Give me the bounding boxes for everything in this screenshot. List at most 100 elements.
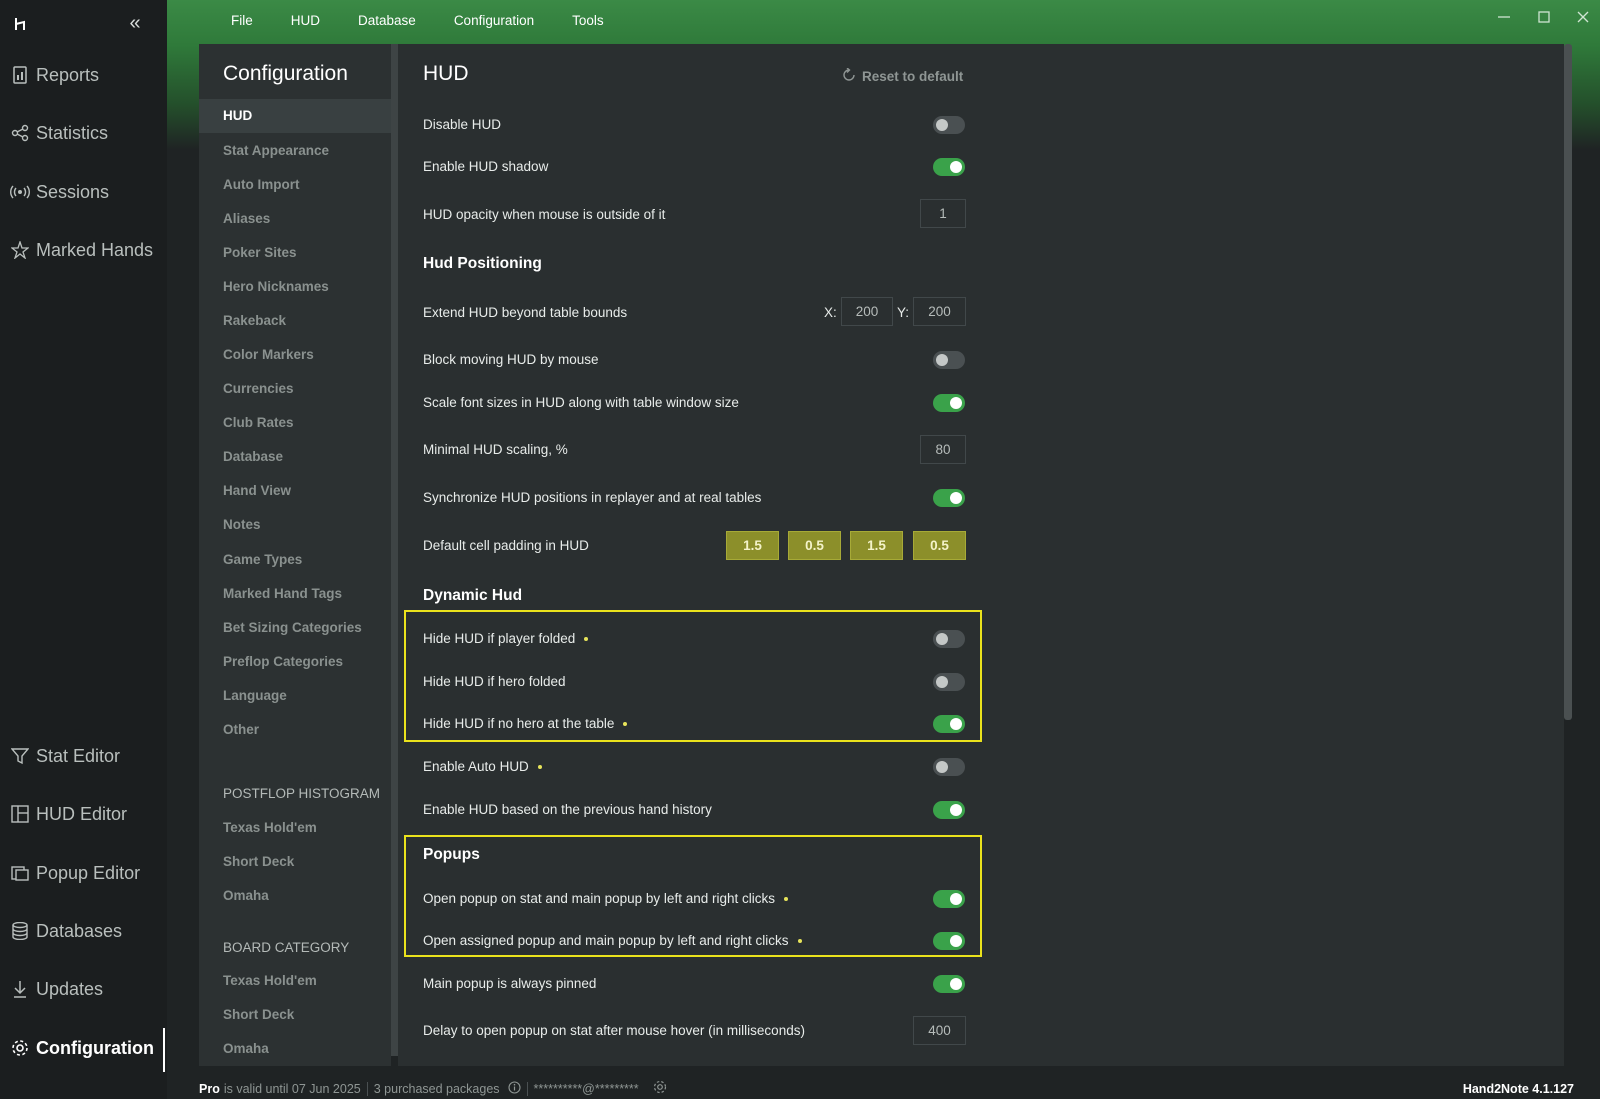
x-label: X:: [824, 305, 837, 320]
nav-item-marked-hand-tags[interactable]: Marked Hand Tags: [199, 577, 391, 611]
nav-item-auto-import[interactable]: Auto Import: [199, 168, 391, 202]
marked-hands-icon: [10, 240, 30, 260]
database-icon: [10, 921, 30, 941]
rail-item-marked-hands[interactable]: Marked Hands: [0, 230, 167, 270]
validity-text: is valid until 07 Jun 2025: [223, 1081, 361, 1096]
menu-configuration[interactable]: Configuration: [435, 0, 553, 42]
hud-positioning-header: Hud Positioning: [423, 255, 542, 272]
min-scaling-label: Minimal HUD scaling, %: [423, 442, 568, 457]
account-email: **********@*********: [533, 1081, 639, 1096]
nav-item-board-short-deck[interactable]: Short Deck: [199, 998, 391, 1032]
hide-hero-folded-toggle[interactable]: [933, 673, 965, 691]
settings-gear-icon[interactable]: [653, 1080, 667, 1097]
minimize-icon[interactable]: [1492, 8, 1516, 32]
hide-no-hero-label: Hide HUD if no hero at the table: [423, 716, 628, 731]
sync-positions-toggle[interactable]: [933, 489, 965, 507]
nav-item-board-omaha[interactable]: Omaha: [199, 1032, 391, 1066]
scale-font-toggle[interactable]: [933, 394, 965, 412]
nav-item-rakeback[interactable]: Rakeback: [199, 304, 391, 338]
enable-shadow-toggle[interactable]: [933, 158, 965, 176]
nav-item-poker-sites[interactable]: Poker Sites: [199, 236, 391, 270]
menu-database[interactable]: Database: [339, 0, 435, 42]
menu-tools[interactable]: Tools: [553, 0, 623, 42]
reports-icon: [10, 65, 30, 85]
padding-left-button[interactable]: 1.5: [726, 531, 779, 560]
nav-item-bet-sizing-categories[interactable]: Bet Sizing Categories: [199, 611, 391, 645]
nav-item-aliases[interactable]: Aliases: [199, 202, 391, 236]
nav-item-stat-appearance[interactable]: Stat Appearance: [199, 134, 391, 168]
rail-item-updates[interactable]: Updates: [0, 969, 167, 1009]
nav-item-currencies[interactable]: Currencies: [199, 372, 391, 406]
nav-item-club-rates[interactable]: Club Rates: [199, 406, 391, 440]
postflop-histogram-header: POSTFLOP HISTOGRAM: [223, 786, 381, 801]
min-scaling-input[interactable]: 80: [920, 435, 966, 464]
opacity-input[interactable]: 1: [920, 199, 966, 228]
open-assigned-toggle[interactable]: [933, 932, 965, 950]
rail-item-databases[interactable]: Databases: [0, 911, 167, 951]
delay-input[interactable]: 400: [913, 1016, 966, 1045]
nav-item-hero-nicknames[interactable]: Hero Nicknames: [199, 270, 391, 304]
rail-item-label: Configuration: [36, 1037, 154, 1058]
rail-item-popup-editor[interactable]: Popup Editor: [0, 853, 167, 893]
nav-item-notes[interactable]: Notes: [199, 508, 391, 542]
hide-hero-folded-label: Hide HUD if hero folded: [423, 674, 566, 689]
main-menu: File HUD Database Configuration Tools: [212, 0, 623, 42]
disable-hud-label: Disable HUD: [423, 117, 502, 132]
rail-item-label: Databases: [36, 920, 123, 941]
padding-top-button[interactable]: 0.5: [788, 531, 841, 560]
nav-item-color-markers[interactable]: Color Markers: [199, 338, 391, 372]
info-icon[interactable]: [507, 1080, 521, 1097]
rail-item-statistics[interactable]: Statistics: [0, 113, 167, 153]
block-moving-toggle[interactable]: [933, 351, 965, 369]
info-dot-icon: [537, 764, 542, 769]
hide-player-folded-toggle[interactable]: [933, 630, 965, 648]
nav-item-postflop-omaha[interactable]: Omaha: [199, 879, 391, 913]
nav-item-board-holdem[interactable]: Texas Hold'em: [199, 964, 391, 998]
rail-item-hud-editor[interactable]: HUD Editor: [0, 794, 167, 834]
nav-item-preflop-categories[interactable]: Preflop Categories: [199, 645, 391, 679]
main-pinned-toggle[interactable]: [933, 975, 965, 993]
collapse-sidebar-icon[interactable]: «: [124, 12, 146, 34]
hide-no-hero-toggle[interactable]: [933, 715, 965, 733]
rail-item-sessions[interactable]: Sessions: [0, 172, 167, 212]
nav-item-other[interactable]: Other: [199, 713, 391, 747]
sync-positions-label: Synchronize HUD positions in replayer an…: [423, 490, 762, 505]
content-scrollbar[interactable]: [1564, 44, 1572, 720]
board-category-header: BOARD CATEGORY: [223, 940, 350, 955]
rail-item-label: Updates: [36, 978, 104, 999]
close-icon[interactable]: [1571, 8, 1595, 32]
rail-item-label: Statistics: [36, 122, 109, 143]
nav-item-language[interactable]: Language: [199, 679, 391, 713]
enable-prev-history-toggle[interactable]: [933, 801, 965, 819]
nav-item-database[interactable]: Database: [199, 440, 391, 474]
plan-badge: Pro: [199, 1081, 220, 1096]
open-popup-stat-toggle[interactable]: [933, 890, 965, 908]
rail-item-reports[interactable]: Reports: [0, 55, 167, 95]
sessions-icon: [10, 182, 30, 202]
extend-y-input[interactable]: 200: [913, 297, 966, 326]
nav-item-postflop-short-deck[interactable]: Short Deck: [199, 845, 391, 879]
menu-hud[interactable]: HUD: [272, 0, 339, 42]
info-dot-icon: [623, 721, 628, 726]
menu-file[interactable]: File: [212, 0, 272, 42]
enable-auto-hud-toggle[interactable]: [933, 758, 965, 776]
reset-icon: [842, 67, 856, 85]
nav-item-hand-view[interactable]: Hand View: [199, 474, 391, 508]
extend-hud-label: Extend HUD beyond table bounds: [423, 305, 628, 320]
delay-label: Delay to open popup on stat after mouse …: [423, 1023, 805, 1038]
reset-to-default-button[interactable]: Reset to default: [842, 67, 963, 85]
gear-icon: [10, 1038, 30, 1058]
padding-right-button[interactable]: 1.5: [850, 531, 903, 560]
maximize-icon[interactable]: [1532, 8, 1556, 32]
nav-item-game-types[interactable]: Game Types: [199, 543, 391, 577]
y-label: Y:: [897, 305, 910, 320]
nav-scrollbar[interactable]: [391, 44, 398, 1056]
padding-bottom-button[interactable]: 0.5: [913, 531, 966, 560]
nav-item-postflop-holdem[interactable]: Texas Hold'em: [199, 811, 391, 845]
extend-x-input[interactable]: 200: [841, 297, 893, 326]
nav-item-hud[interactable]: HUD: [199, 99, 391, 133]
rail-item-stat-editor[interactable]: Stat Editor: [0, 736, 167, 776]
disable-hud-toggle[interactable]: [933, 116, 965, 134]
rail-item-configuration[interactable]: Configuration: [0, 1028, 167, 1072]
dynamic-hud-header: Dynamic Hud: [423, 587, 523, 604]
